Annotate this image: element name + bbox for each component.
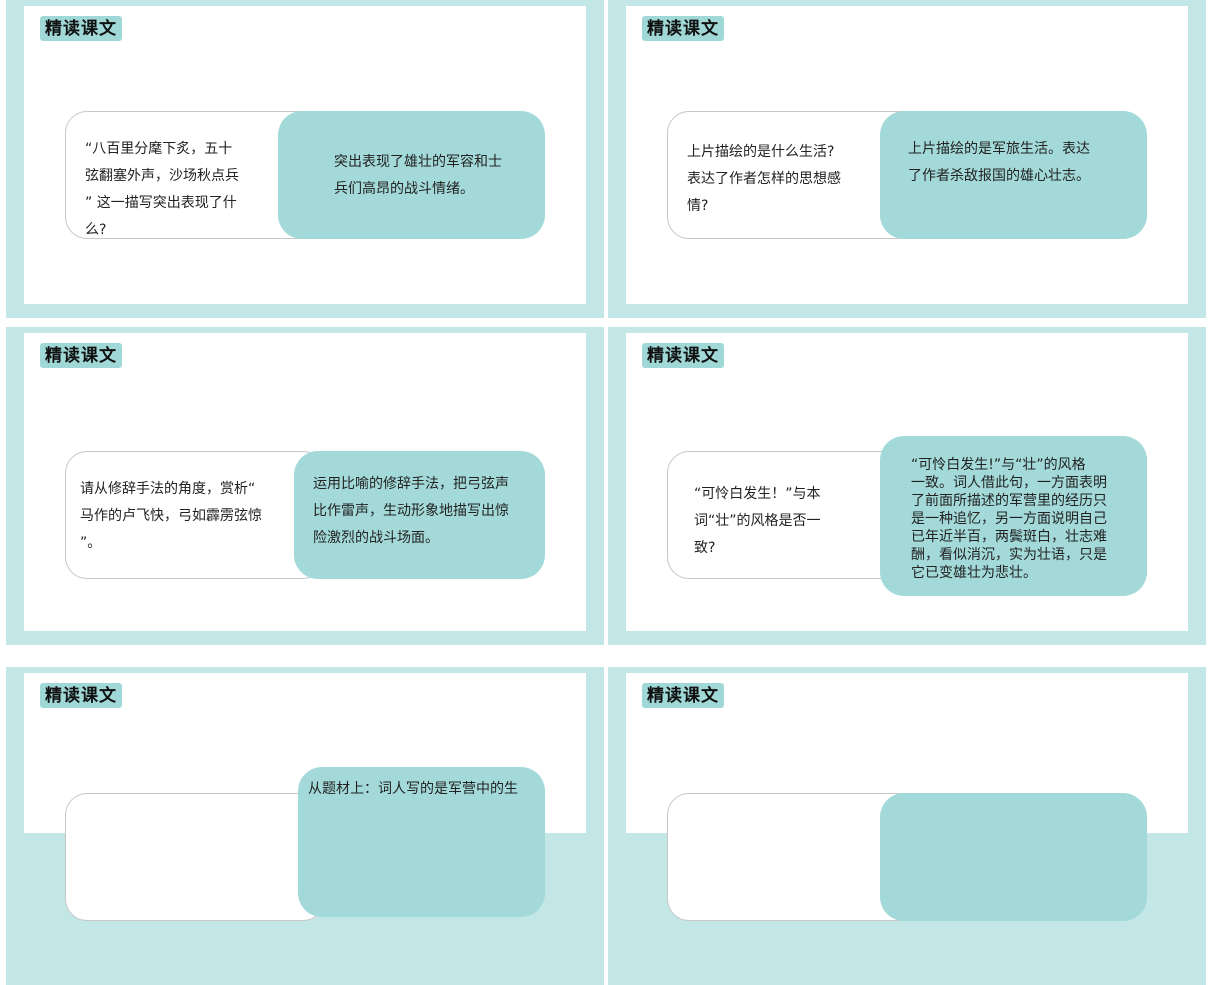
answer-box: “可怜白发生!”与“壮”的风格 一致。词人借此句，一方面表明 了前面所描述的军营… xyxy=(880,436,1147,596)
answer-box: 突出表现了雄壮的军容和士 兵们高昂的战斗情绪。 xyxy=(278,111,545,239)
answer-text: 运用比喻的修辞手法，把弓弦声 比作雷声，生动形象地描写出惊 险激烈的战斗场面。 xyxy=(313,476,509,546)
slide-2-content: 精读课文 上片描绘的是什么生活? 表达了作者怎样的思想感 情? 上片描绘的是军旅… xyxy=(626,6,1188,304)
slide-5[interactable]: 精读课文 从题材上：词人写的是军营中的生 xyxy=(6,667,604,985)
question-box: 请从修辞手法的角度，赏析“ 马作的卢飞快，弓如霹雳弦惊 ”。 xyxy=(65,451,325,579)
slide-title: 精读课文 xyxy=(40,16,122,41)
answer-text: 从题材上：词人写的是军营中的生 xyxy=(308,781,518,797)
question-text: 请从修辞手法的角度，赏析“ 马作的卢飞快，弓如霹雳弦惊 ”。 xyxy=(80,481,262,551)
slide-6-content: 精读课文 xyxy=(626,673,1188,921)
slide-1[interactable]: 精读课文 “八百里分麾下炙，五十 弦翻塞外声，沙场秋点兵 ” 这一描写突出表现了… xyxy=(6,0,604,318)
answer-box: 上片描绘的是军旅生活。表达 了作者杀敌报国的雄心壮志。 xyxy=(880,111,1147,239)
slide-1-content: 精读课文 “八百里分麾下炙，五十 弦翻塞外声，沙场秋点兵 ” 这一描写突出表现了… xyxy=(24,6,586,304)
slide-title: 精读课文 xyxy=(642,343,724,368)
answer-box: 运用比喻的修辞手法，把弓弦声 比作雷声，生动形象地描写出惊 险激烈的战斗场面。 xyxy=(294,451,545,579)
question-box xyxy=(65,793,325,921)
answer-text: “可怜白发生!”与“壮”的风格 一致。词人借此句，一方面表明 了前面所描述的军营… xyxy=(911,457,1107,581)
slide-6[interactable]: 精读课文 xyxy=(608,667,1206,985)
answer-box: 从题材上：词人写的是军营中的生 xyxy=(298,767,545,917)
answer-box xyxy=(880,793,1147,921)
slide-title: 精读课文 xyxy=(40,343,122,368)
slide-title: 精读课文 xyxy=(642,683,724,708)
slide-3[interactable]: 精读课文 请从修辞手法的角度，赏析“ 马作的卢飞快，弓如霹雳弦惊 ”。 运用比喻… xyxy=(6,327,604,645)
slide-3-content: 精读课文 请从修辞手法的角度，赏析“ 马作的卢飞快，弓如霹雳弦惊 ”。 运用比喻… xyxy=(24,333,586,631)
answer-text: 上片描绘的是军旅生活。表达 了作者杀敌报国的雄心壮志。 xyxy=(908,141,1090,184)
answer-text: 突出表现了雄壮的军容和士 兵们高昂的战斗情绪。 xyxy=(334,154,502,197)
slide-4[interactable]: 精读课文 “可怜白发生！”与本 词“壮”的风格是否一 致? “可怜白发生!”与“… xyxy=(608,327,1206,645)
question-text: “可怜白发生！”与本 词“壮”的风格是否一 致? xyxy=(694,486,821,556)
slide-4-content: 精读课文 “可怜白发生！”与本 词“壮”的风格是否一 致? “可怜白发生!”与“… xyxy=(626,333,1188,631)
slide-title: 精读课文 xyxy=(642,16,724,41)
question-text: 上片描绘的是什么生活? 表达了作者怎样的思想感 情? xyxy=(687,144,841,214)
question-text: “八百里分麾下炙，五十 弦翻塞外声，沙场秋点兵 ” 这一描写突出表现了什 么? xyxy=(85,141,239,238)
slide-title: 精读课文 xyxy=(40,683,122,708)
slide-2[interactable]: 精读课文 上片描绘的是什么生活? 表达了作者怎样的思想感 情? 上片描绘的是军旅… xyxy=(608,0,1206,318)
slide-5-content: 精读课文 从题材上：词人写的是军营中的生 xyxy=(24,673,586,921)
